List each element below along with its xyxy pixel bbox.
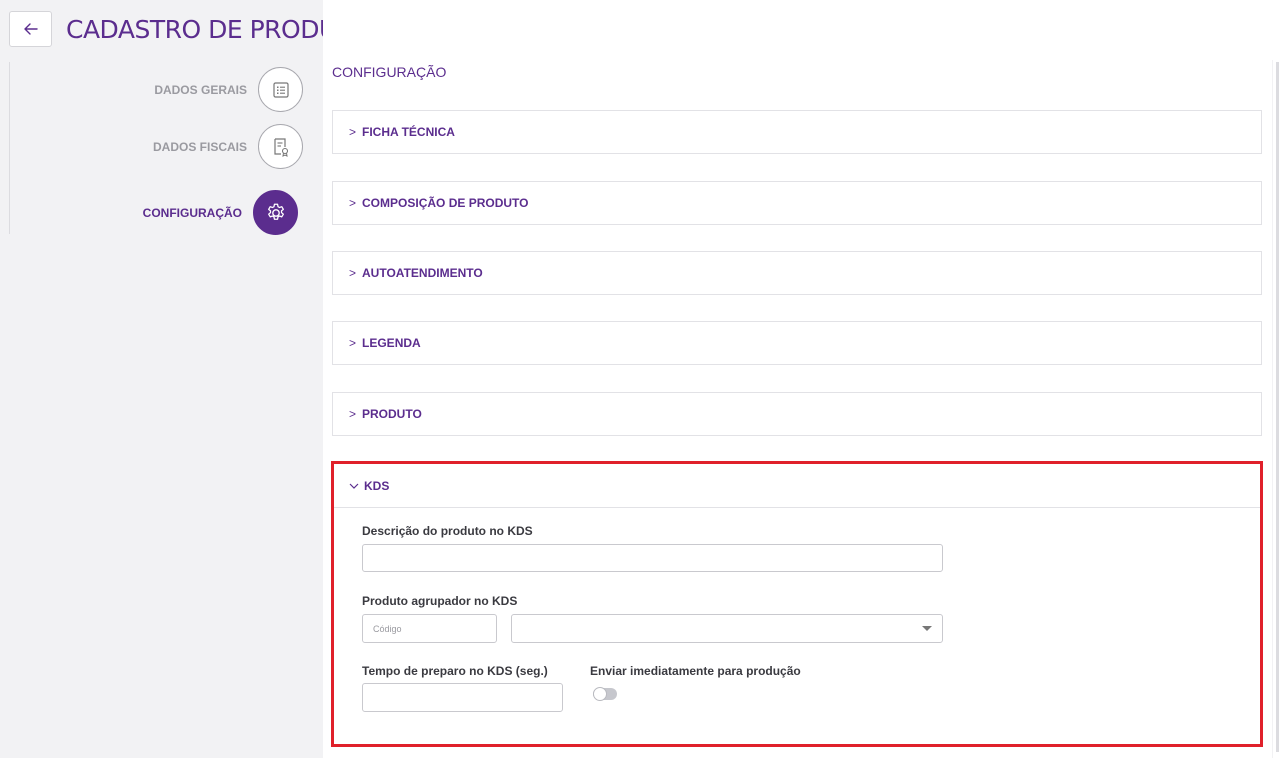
descricao-kds-label: Descrição do produto no KDS <box>362 524 533 538</box>
panel-kds: KDS Descrição do produto no KDS Produto … <box>331 461 1263 747</box>
sidebar-item-configuracao[interactable]: CONFIGURAÇÃO <box>143 190 298 235</box>
toggle-knob <box>593 687 607 701</box>
panel-label: KDS <box>364 478 390 493</box>
chevron-right-icon: > <box>349 336 357 350</box>
descricao-kds-input[interactable] <box>363 545 942 571</box>
panel-ficha-tecnica[interactable]: > FICHA TÉCNICA <box>332 110 1262 154</box>
chevron-right-icon: > <box>349 407 357 421</box>
panel-autoatendimento[interactable]: > AUTOATENDIMENTO <box>332 251 1262 295</box>
panel-label: FICHA TÉCNICA <box>362 125 455 139</box>
section-title: CONFIGURAÇÃO <box>332 64 447 80</box>
codigo-field[interactable] <box>362 614 497 643</box>
caret-down-icon <box>922 626 932 631</box>
enviar-producao-toggle[interactable] <box>593 687 617 701</box>
list-icon <box>272 81 289 98</box>
document-certificate-icon <box>273 137 288 157</box>
gear-icon <box>267 203 284 220</box>
sidebar-item-dados-gerais[interactable]: DADOS GERAIS <box>154 67 303 112</box>
sidebar-item-dados-fiscais[interactable]: DADOS FISCAIS <box>153 124 303 169</box>
panel-legenda[interactable]: > LEGENDA <box>332 321 1262 365</box>
panel-label: AUTOATENDIMENTO <box>362 266 483 280</box>
codigo-input[interactable] <box>363 615 496 642</box>
agrupador-select[interactable] <box>511 614 943 643</box>
panel-label: PRODUTO <box>362 407 422 421</box>
enviar-producao-label: Enviar imediatamente para produção <box>590 664 801 678</box>
panel-produto[interactable]: > PRODUTO <box>332 392 1262 436</box>
chevron-right-icon: > <box>349 125 357 139</box>
tempo-preparo-label: Tempo de preparo no KDS (seg.) <box>362 664 548 678</box>
tempo-preparo-input[interactable] <box>363 684 562 711</box>
chevron-right-icon: > <box>349 196 357 210</box>
sidebar-divider <box>9 62 10 234</box>
sidebar-item-label: DADOS GERAIS <box>154 82 247 97</box>
chevron-right-icon: > <box>349 266 357 280</box>
panel-kds-header[interactable]: KDS <box>334 464 1260 508</box>
panel-label: LEGENDA <box>362 336 421 350</box>
arrow-left-icon <box>23 23 38 35</box>
panel-composicao-de-produto[interactable]: > COMPOSIÇÃO DE PRODUTO <box>332 181 1262 225</box>
sidebar-item-label: CONFIGURAÇÃO <box>142 205 242 220</box>
scrollbar-track[interactable] <box>1276 62 1279 752</box>
top-white-area <box>323 0 1282 60</box>
chevron-down-icon <box>349 483 359 489</box>
back-button[interactable] <box>9 11 52 47</box>
agrupador-kds-label: Produto agrupador no KDS <box>362 594 518 608</box>
tempo-preparo-field[interactable] <box>362 683 563 712</box>
descricao-kds-field[interactable] <box>362 544 943 572</box>
panel-label: COMPOSIÇÃO DE PRODUTO <box>362 196 529 210</box>
sidebar-item-label: DADOS FISCAIS <box>152 139 247 154</box>
